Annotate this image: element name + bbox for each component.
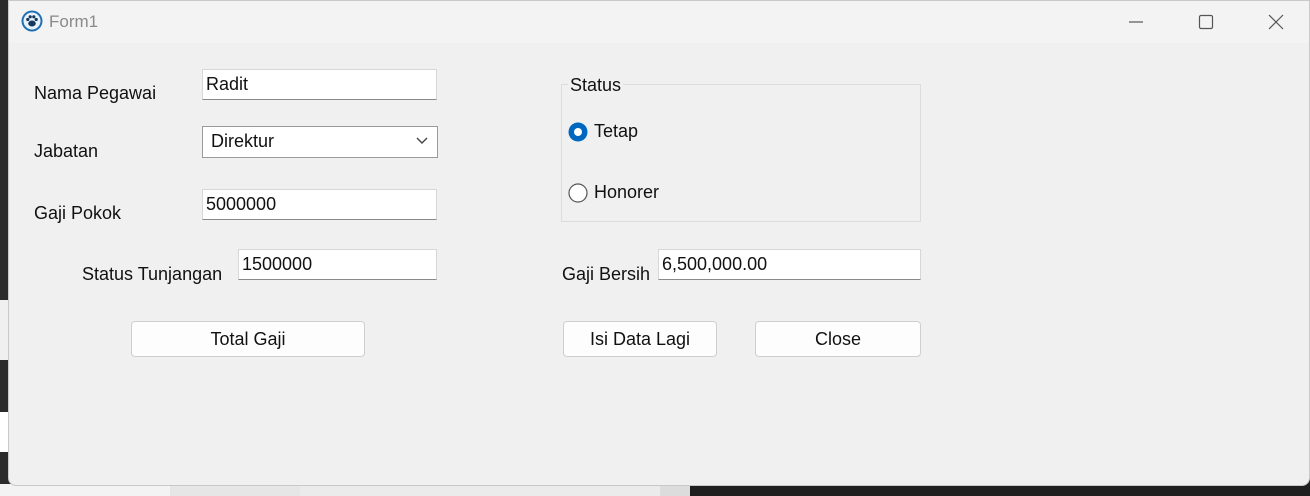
jabatan-label: Jabatan [34, 141, 99, 161]
radio-honorer[interactable]: Honorer [568, 182, 659, 203]
jabatan-selected-value: Direktur [211, 131, 275, 151]
status-group-title: Status [568, 75, 624, 96]
isi-data-lagi-button[interactable]: Isi Data Lagi [563, 321, 717, 357]
nama-pegawai-input[interactable] [202, 69, 437, 100]
gaji-pokok-label: Gaji Pokok [34, 203, 122, 223]
jabatan-dropdown[interactable]: Direktur [202, 126, 438, 158]
gaji-bersih-output[interactable] [658, 249, 921, 280]
chevron-down-icon [416, 137, 428, 144]
radio-checked-icon [568, 122, 588, 141]
minimize-button[interactable] [1101, 1, 1171, 43]
window-title: Form1 [49, 12, 99, 31]
status-groupbox: Status Tetap Honorer [561, 75, 921, 222]
title-bar[interactable]: Form1 [9, 1, 1309, 43]
close-button[interactable]: Close [755, 321, 921, 357]
minimize-icon [1129, 21, 1143, 23]
paw-icon[interactable] [21, 10, 43, 32]
radio-honorer-label: Honorer [594, 182, 660, 202]
form-window: Form1 Nama Pegawai Jabatan Direktur Gaji… [8, 0, 1310, 486]
gaji-pokok-input[interactable] [202, 189, 437, 220]
radio-unchecked-icon [568, 182, 588, 203]
nama-pegawai-label: Nama Pegawai [34, 83, 157, 103]
status-tunjangan-label: Status Tunjangan [82, 264, 223, 284]
gaji-bersih-label: Gaji Bersih [562, 264, 651, 284]
maximize-button[interactable] [1171, 1, 1241, 43]
close-icon [1268, 14, 1284, 30]
close-window-button[interactable] [1241, 1, 1310, 43]
maximize-icon [1198, 14, 1214, 30]
status-tunjangan-input[interactable] [238, 249, 437, 280]
radio-tetap[interactable]: Tetap [568, 121, 638, 142]
total-gaji-button[interactable]: Total Gaji [131, 321, 365, 357]
radio-tetap-label: Tetap [594, 121, 639, 141]
